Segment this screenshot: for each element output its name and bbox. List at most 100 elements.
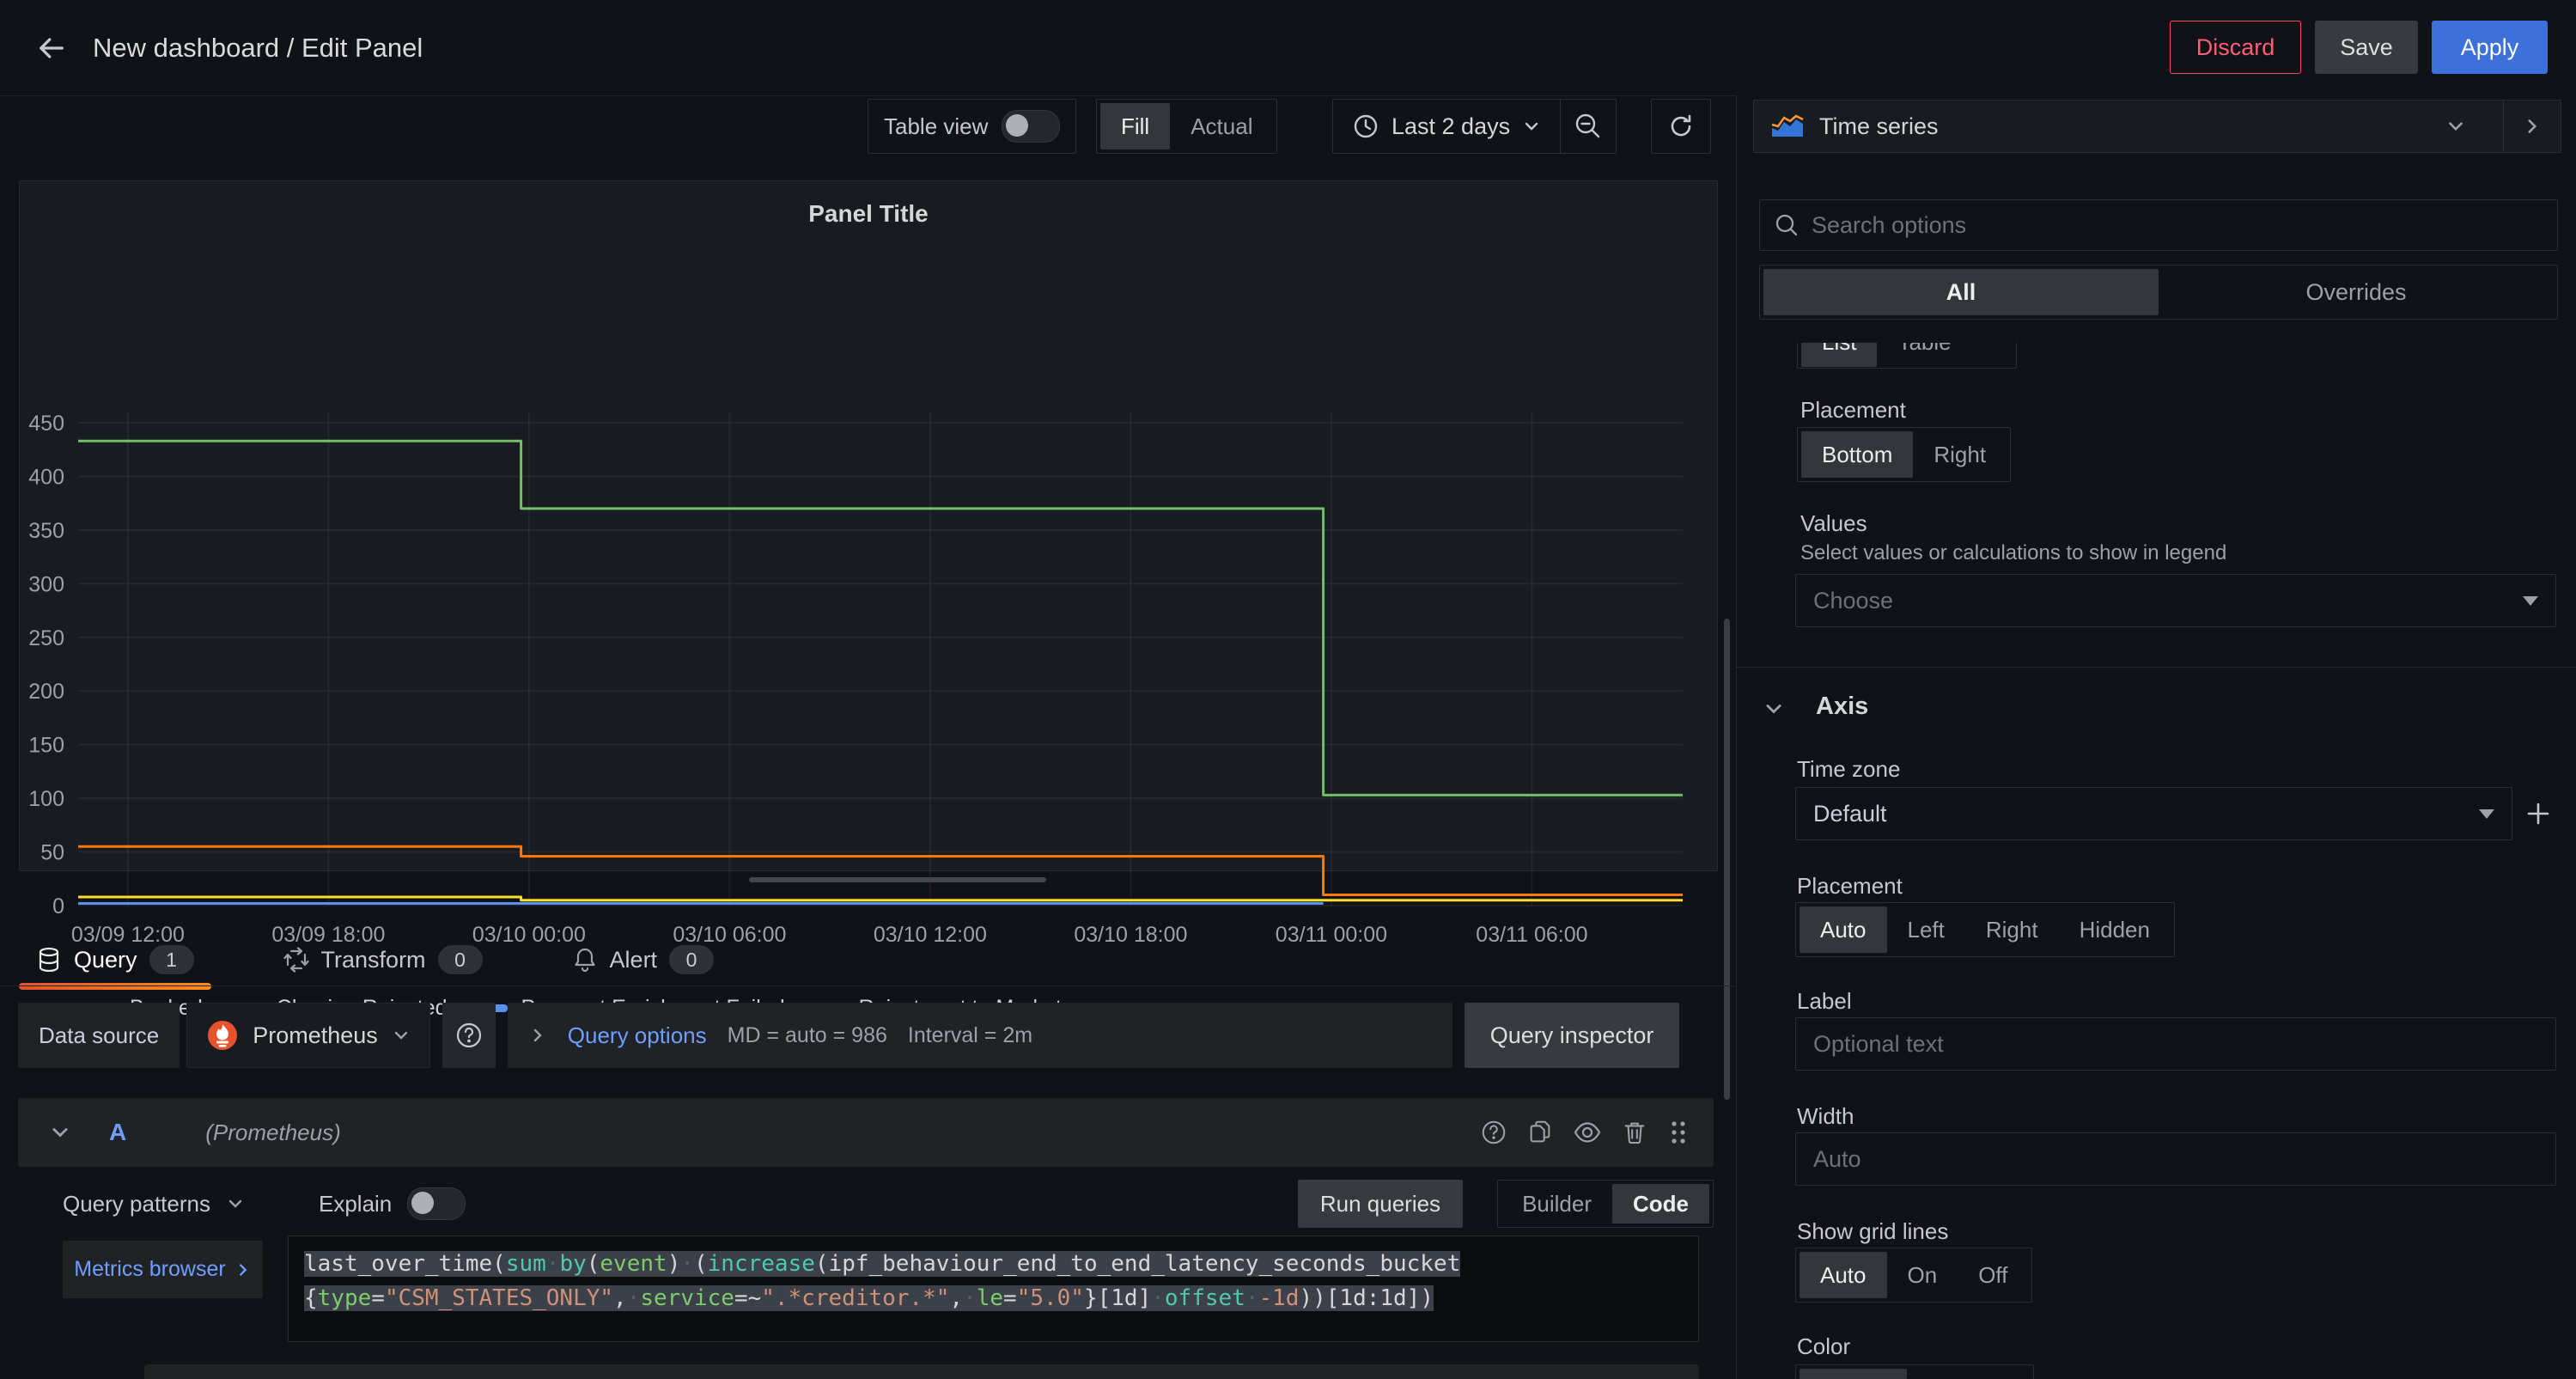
help-circle-icon <box>454 1021 484 1050</box>
scrollbar-thumb[interactable] <box>1724 619 1730 1100</box>
axis-placement-auto[interactable]: Auto <box>1800 906 1887 953</box>
fill-actual-group: Fill Actual <box>1096 99 1277 154</box>
metrics-browser-button[interactable]: Metrics browser <box>63 1241 263 1298</box>
fill-option[interactable]: Fill <box>1100 103 1170 149</box>
collapse-icon[interactable] <box>49 1121 71 1144</box>
axis-placement-hidden[interactable]: Hidden <box>2059 906 2171 953</box>
color-mode-group-clipped[interactable] <box>1795 1364 2034 1379</box>
save-button[interactable]: Save <box>2315 21 2418 74</box>
svg-text:300: 300 <box>28 572 64 596</box>
code-line: last_over_time(sum·by(event)·(increase(i… <box>304 1247 1683 1281</box>
axis-label-placeholder: Optional text <box>1813 1031 1944 1058</box>
axis-placement-group: Auto Left Right Hidden <box>1795 902 2175 957</box>
query-patterns-dropdown[interactable]: Query patterns <box>63 1191 245 1217</box>
query-options-link[interactable]: Query options <box>568 1022 707 1049</box>
axis-placement-right[interactable]: Right <box>1965 906 2059 953</box>
svg-text:03/11 00:00: 03/11 00:00 <box>1276 923 1387 947</box>
duplicate-icon[interactable] <box>1526 1119 1554 1146</box>
axis-width-label: Width <box>1797 1103 1854 1130</box>
metrics-browser-label: Metrics browser <box>74 1257 225 1282</box>
options-search-placeholder: Search options <box>1812 212 1966 239</box>
grid-auto[interactable]: Auto <box>1800 1252 1887 1298</box>
query-toolbar-row: Query patterns Explain Run queries Build… <box>18 1180 1714 1228</box>
legend-mode-table[interactable]: Table <box>1877 343 1971 367</box>
code-editor[interactable]: last_over_time(sum·by(event)·(increase(i… <box>288 1236 1699 1342</box>
code-mode[interactable]: Code <box>1612 1184 1709 1223</box>
svg-text:150: 150 <box>28 734 64 758</box>
table-view-label: Table view <box>884 113 988 140</box>
legend-mode-list[interactable]: List <box>1801 343 1877 367</box>
prometheus-icon <box>206 1019 239 1052</box>
axis-placement-left[interactable]: Left <box>1887 906 1965 953</box>
axis-label-label: Label <box>1797 988 1852 1015</box>
table-view-toggle[interactable] <box>1002 110 1060 143</box>
grid-on[interactable]: On <box>1887 1252 1958 1298</box>
back-arrow-icon[interactable] <box>34 31 69 65</box>
time-zone-label: Time zone <box>1797 756 1900 783</box>
explain-toggle[interactable] <box>407 1187 466 1220</box>
visualization-select[interactable]: Time series <box>1753 100 2561 153</box>
values-label: Values <box>1800 510 1867 537</box>
svg-text:03/10 18:00: 03/10 18:00 <box>1074 923 1187 947</box>
tab-all[interactable]: All <box>1763 269 2159 315</box>
builder-mode[interactable]: Builder <box>1501 1184 1612 1223</box>
tab-transform[interactable]: Transform 0 <box>266 935 500 985</box>
angle-right-icon <box>234 1261 252 1278</box>
help-circle-icon[interactable] <box>1480 1119 1507 1146</box>
grid-off[interactable]: Off <box>1958 1252 2028 1298</box>
svg-text:400: 400 <box>28 465 64 489</box>
axis-collapse-icon[interactable] <box>1763 698 1785 720</box>
run-queries-button[interactable]: Run queries <box>1298 1180 1463 1228</box>
placement-right[interactable]: Right <box>1913 431 2007 478</box>
drag-handle-icon[interactable] <box>1667 1118 1690 1147</box>
trash-icon[interactable] <box>1621 1119 1648 1146</box>
pane-resize-handle[interactable] <box>749 877 1046 882</box>
eye-icon[interactable] <box>1573 1118 1602 1147</box>
active-tab-underline <box>19 983 211 990</box>
add-time-zone-button[interactable] <box>2524 799 2553 828</box>
axis-section-title[interactable]: Axis <box>1816 693 1868 721</box>
editor-mode-group: Builder Code <box>1497 1180 1714 1228</box>
datasource-help-button[interactable] <box>442 1003 496 1068</box>
chevron-down-icon <box>392 1026 411 1045</box>
tab-query[interactable]: Query 1 <box>19 935 211 985</box>
tab-alert-label: Alert <box>610 947 658 973</box>
refresh-icon <box>1666 112 1696 141</box>
zoom-out-button[interactable] <box>1561 100 1616 153</box>
angle-right-icon <box>2522 116 2543 137</box>
editor-tabs: Query 1 Transform 0 Alert 0 <box>19 935 731 985</box>
svg-text:0: 0 <box>52 894 64 918</box>
table-view-group: Table view <box>868 99 1076 154</box>
discard-button[interactable]: Discard <box>2170 21 2301 74</box>
angle-right-icon[interactable] <box>528 1026 547 1045</box>
tab-query-count: 1 <box>149 945 194 974</box>
actual-option[interactable]: Actual <box>1170 103 1273 149</box>
expand-options-button[interactable] <box>2503 101 2561 152</box>
section-divider <box>1737 667 2576 668</box>
options-search[interactable]: Search options <box>1759 199 2558 251</box>
tab-alert[interactable]: Alert 0 <box>555 935 732 985</box>
code-line: {type="CSM_STATES_ONLY",·service=~".*cre… <box>304 1281 1683 1315</box>
values-select-placeholder: Choose <box>1813 588 1893 614</box>
tab-overrides[interactable]: Overrides <box>2159 269 2554 315</box>
axis-width-placeholder: Auto <box>1813 1146 1861 1173</box>
datasource-name: Prometheus <box>253 1022 378 1049</box>
time-range-label: Last 2 days <box>1392 113 1510 140</box>
time-series-chart[interactable]: 05010015020025030035040045003/09 12:0003… <box>20 310 1719 963</box>
time-zone-select[interactable]: Default <box>1795 787 2512 840</box>
apply-button[interactable]: Apply <box>2432 21 2548 74</box>
chevron-down-icon <box>2445 116 2466 137</box>
tab-query-label: Query <box>74 947 137 973</box>
values-select[interactable]: Choose <box>1795 574 2556 627</box>
query-inspector-button[interactable]: Query inspector <box>1465 1003 1680 1068</box>
axis-label-input[interactable]: Optional text <box>1795 1017 2556 1071</box>
axis-width-input[interactable]: Auto <box>1795 1132 2556 1186</box>
query-ref-id: A <box>109 1119 126 1146</box>
query-row-header[interactable]: A (Prometheus) <box>18 1098 1714 1167</box>
options-row-partial[interactable] <box>144 1364 1699 1379</box>
time-range-picker[interactable]: Last 2 days <box>1333 100 1560 153</box>
refresh-button[interactable] <box>1651 99 1711 154</box>
placement-bottom[interactable]: Bottom <box>1801 431 1913 478</box>
datasource-select[interactable]: Prometheus <box>186 1003 430 1068</box>
database-icon <box>36 946 62 973</box>
